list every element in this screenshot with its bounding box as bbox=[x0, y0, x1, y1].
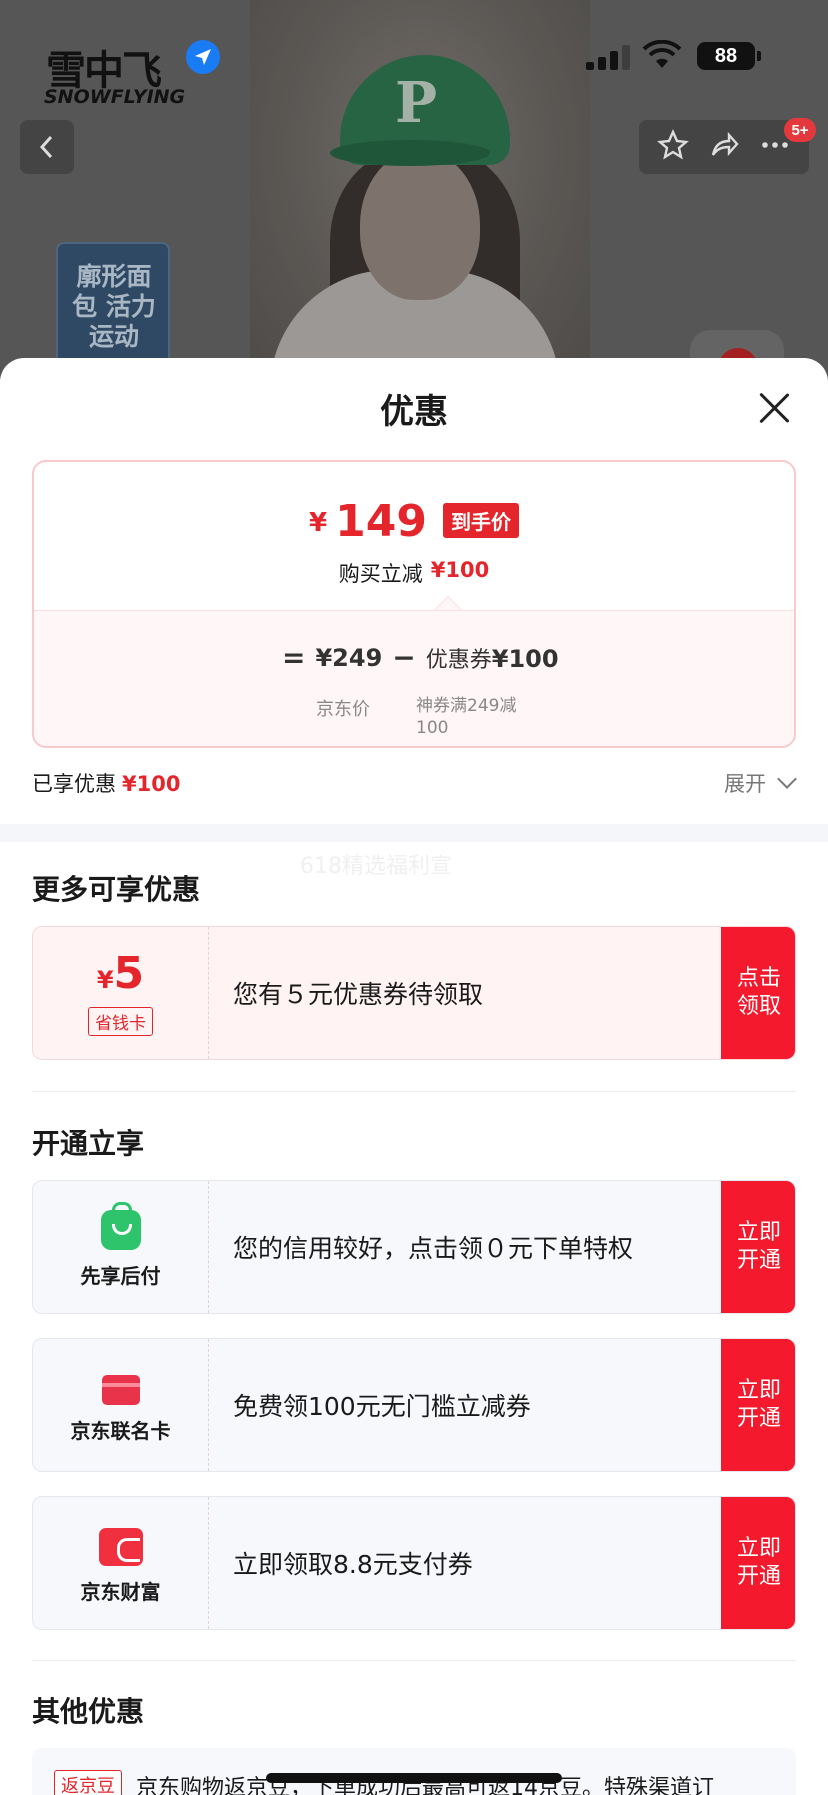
message-badge: 5+ bbox=[784, 118, 816, 142]
reduce-label: 购买立减 bbox=[338, 562, 423, 586]
final-price-currency: ¥ bbox=[309, 508, 328, 538]
bank-card-icon bbox=[101, 1374, 140, 1405]
offer-label: 京东联名卡 bbox=[70, 1418, 171, 1443]
jd-price-label: 京东价 bbox=[316, 699, 370, 720]
activate-card-button[interactable]: 立即开通 bbox=[721, 1339, 795, 1471]
activate-wealth-button[interactable]: 立即开通 bbox=[721, 1497, 795, 1629]
battery-indicator: 88 bbox=[697, 42, 755, 70]
signal-icon bbox=[586, 44, 630, 70]
jd-wealth-icon bbox=[98, 1527, 143, 1566]
equals-sign: = bbox=[282, 641, 306, 674]
back-button[interactable] bbox=[20, 120, 74, 174]
minus-sign: − bbox=[392, 641, 416, 674]
claim-coupon-button[interactable]: 点击领取 bbox=[721, 927, 795, 1059]
offer-pay-later: 先享后付 您的信用较好，点击领０元下单特权 立即开通 bbox=[32, 1180, 796, 1314]
discount-sheet: 优惠 ¥ 149 到手价 购买立减 ¥100 = ¥249 − 优惠券¥100 … bbox=[0, 358, 828, 1795]
location-arrow-icon bbox=[186, 40, 220, 74]
price-breakdown: = ¥249 − 优惠券¥100 京东价 神券满249减100 bbox=[34, 610, 794, 746]
coupon-value: ¥5 bbox=[96, 947, 145, 999]
section-title-other-offers: 其他优惠 bbox=[32, 1695, 145, 1728]
money-saving-card-tag: 省钱卡 bbox=[88, 1006, 153, 1036]
status-bar: 雪中飞 SNOWFLYING 88 bbox=[0, 0, 828, 110]
expand-toggle[interactable]: 展开 bbox=[724, 768, 766, 798]
offer-text: 免费领100元无门槛立减券 bbox=[233, 1392, 531, 1421]
offer-jd-wealth: 京东财富 立即领取8.8元支付券 立即开通 bbox=[32, 1496, 796, 1630]
final-price-tag: 到手价 bbox=[442, 503, 519, 538]
close-icon[interactable] bbox=[756, 390, 792, 426]
offer-co-branded-card: 京东联名卡 免费领100元无门槛立减券 立即开通 bbox=[32, 1338, 796, 1472]
chevron-left-icon bbox=[39, 135, 53, 159]
chevron-down-icon[interactable] bbox=[777, 769, 797, 789]
reduce-amount: ¥100 bbox=[430, 558, 490, 582]
coupon-amount-label: 优惠券¥100 bbox=[425, 644, 559, 673]
brand-watermark-en: SNOWFLYING bbox=[44, 86, 186, 108]
jd-price: ¥249 bbox=[315, 643, 383, 672]
activate-pay-later-button[interactable]: 立即开通 bbox=[721, 1181, 795, 1313]
coupon-offer-text: 您有５元优惠券待领取 bbox=[233, 980, 484, 1009]
sheet-title: 优惠 bbox=[380, 392, 448, 432]
section-gap bbox=[0, 824, 828, 842]
home-indicator[interactable] bbox=[266, 1773, 562, 1783]
final-price: 149 bbox=[335, 496, 427, 547]
offer-label: 京东财富 bbox=[80, 1579, 161, 1604]
coupon-offer-card: ¥5 省钱卡 您有５元优惠券待领取 点击领取 bbox=[32, 926, 796, 1060]
jd-bean-rebate: 返京豆 京东购物返京豆，下单成功后最高可返14京豆。特殊渠道订 bbox=[32, 1748, 796, 1795]
faded-banner-text: 618精选福利宣 bbox=[300, 854, 452, 879]
shopping-bag-icon bbox=[100, 1201, 141, 1250]
section-title-more-offers: 更多可享优惠 bbox=[32, 873, 201, 906]
enjoyed-discount: 已享优惠 ¥100 bbox=[32, 772, 181, 796]
wifi-icon bbox=[642, 39, 682, 70]
section-title-open-enjoy: 开通立享 bbox=[32, 1127, 145, 1160]
app-screen: P 廓形面包 活力运动 雪中飞 SNOWFLYING 88 5+ 优惠 ¥ 14… bbox=[0, 0, 828, 1795]
price-summary-card: ¥ 149 到手价 购买立减 ¥100 = ¥249 − 优惠券¥100 京东价… bbox=[32, 460, 796, 748]
coupon-description: 神券满249减100 bbox=[416, 696, 517, 738]
offer-text: 立即领取8.8元支付券 bbox=[233, 1550, 473, 1579]
offer-text: 您的信用较好，点击领０元下单特权 bbox=[233, 1234, 634, 1263]
instant-reduction: 购买立减 ¥100 bbox=[34, 558, 794, 588]
share-icon[interactable] bbox=[708, 129, 740, 165]
offer-label: 先享后付 bbox=[80, 1263, 161, 1288]
final-price-row: ¥ 149 到手价 bbox=[34, 500, 794, 544]
price-formula: = ¥249 − 优惠券¥100 bbox=[282, 641, 559, 674]
enjoyed-amount: ¥100 bbox=[122, 772, 181, 796]
star-icon[interactable] bbox=[656, 129, 689, 165]
bean-tag: 返京豆 bbox=[54, 1770, 122, 1795]
